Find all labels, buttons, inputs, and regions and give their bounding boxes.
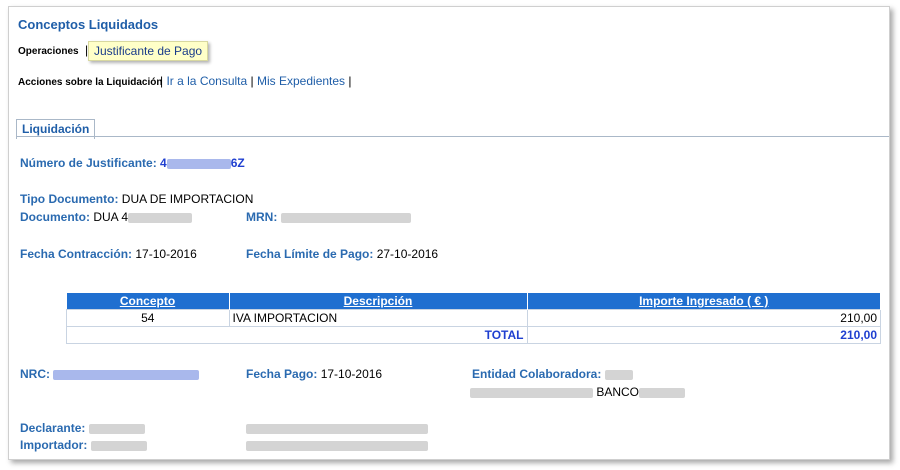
table-row: 54 IVA IMPORTACION 210,00 bbox=[66, 309, 881, 327]
operaciones-label: Operaciones bbox=[18, 46, 79, 57]
col-header-concepto[interactable]: Concepto bbox=[66, 293, 230, 310]
declarante-label: Declarante: bbox=[20, 421, 86, 435]
separator: | bbox=[250, 74, 254, 88]
fecha-pago-label: Fecha Pago: bbox=[246, 367, 318, 381]
tipo-documento-row: Tipo Documento: DUA DE IMPORTACION bbox=[20, 192, 253, 206]
mrn-row: MRN: bbox=[246, 210, 411, 224]
importador-row: Importador: bbox=[20, 438, 147, 452]
fecha-contraccion-label: Fecha Contracción: bbox=[20, 247, 133, 261]
documento-prefix: DUA 4 bbox=[93, 210, 129, 224]
mis-expedientes-link[interactable]: Mis Expedientes bbox=[257, 74, 345, 88]
justificante-row: Número de Justificante: 4 6Z bbox=[20, 156, 245, 170]
main-panel: Conceptos Liquidados Operaciones | Justi… bbox=[8, 6, 890, 460]
tab-divider bbox=[16, 136, 889, 137]
cell-concepto: 54 bbox=[66, 309, 230, 327]
separator: | bbox=[160, 74, 164, 88]
fecha-limite-value: 27-10-2016 bbox=[376, 247, 439, 261]
ir-a-la-consulta-link[interactable]: Ir a la Consulta bbox=[166, 74, 247, 88]
declarante-extra bbox=[246, 421, 428, 435]
separator: | bbox=[348, 74, 352, 88]
redacted-value bbox=[246, 440, 428, 451]
entidad-detail-row: BANCO bbox=[470, 385, 686, 399]
importador-label: Importador: bbox=[20, 438, 88, 452]
declarante-row: Declarante: bbox=[20, 421, 145, 435]
justificante-prefix: 4 bbox=[160, 156, 167, 170]
col-header-descripcion[interactable]: Descripción bbox=[229, 293, 528, 310]
fecha-limite-label: Fecha Límite de Pago: bbox=[246, 247, 374, 261]
tipo-documento-label: Tipo Documento: bbox=[20, 192, 119, 206]
entidad-row: Entidad Colaboradora: bbox=[472, 367, 633, 381]
mrn-label: MRN: bbox=[246, 210, 278, 224]
col-header-importe[interactable]: Importe Ingresado ( € ) bbox=[527, 293, 881, 310]
justificante-suffix: 6Z bbox=[230, 156, 245, 170]
redacted-value bbox=[470, 387, 593, 398]
redacted-value bbox=[88, 423, 145, 434]
banco-label: BANCO bbox=[596, 385, 640, 399]
fecha-limite-row: Fecha Límite de Pago: 27-10-2016 bbox=[246, 247, 438, 261]
fecha-pago-value: 17-10-2016 bbox=[320, 367, 383, 381]
nrc-label: NRC: bbox=[20, 367, 50, 381]
tipo-documento-value: DUA DE IMPORTACION bbox=[121, 192, 254, 206]
importador-extra bbox=[246, 438, 428, 452]
acciones-links: | Ir a la Consulta | Mis Expedientes | bbox=[160, 74, 352, 88]
total-label: TOTAL bbox=[66, 326, 528, 344]
redacted-value bbox=[604, 369, 633, 380]
redacted-value bbox=[280, 212, 411, 223]
fecha-contraccion-value: 17-10-2016 bbox=[135, 247, 197, 261]
redacted-value bbox=[639, 387, 686, 398]
documento-label: Documento: bbox=[20, 210, 90, 224]
redacted-value bbox=[246, 423, 428, 434]
conceptos-table: Concepto Descripción Importe Ingresado (… bbox=[66, 293, 881, 344]
nrc-row: NRC: bbox=[20, 367, 200, 381]
acciones-label: Acciones sobre la Liquidación bbox=[18, 77, 163, 88]
table-total-row: TOTAL 210,00 bbox=[66, 326, 881, 344]
cell-descripcion: IVA IMPORTACION bbox=[228, 309, 528, 327]
table-header-row: Concepto Descripción Importe Ingresado (… bbox=[66, 293, 881, 310]
page-title: Conceptos Liquidados bbox=[18, 17, 159, 32]
total-value: 210,00 bbox=[526, 326, 881, 344]
redacted-value bbox=[90, 440, 147, 451]
redacted-value bbox=[166, 158, 231, 169]
cell-importe: 210,00 bbox=[526, 309, 881, 327]
redacted-value bbox=[128, 212, 193, 223]
entidad-label: Entidad Colaboradora: bbox=[472, 367, 602, 381]
redacted-value bbox=[53, 369, 200, 380]
documento-row: Documento: DUA 4 bbox=[20, 210, 193, 224]
fecha-contraccion-row: Fecha Contracción: 17-10-2016 bbox=[20, 247, 197, 261]
justificante-label: Número de Justificante: bbox=[20, 156, 157, 170]
justificante-de-pago-button[interactable]: Justificante de Pago bbox=[88, 41, 209, 61]
fecha-pago-row: Fecha Pago: 17-10-2016 bbox=[246, 367, 382, 381]
